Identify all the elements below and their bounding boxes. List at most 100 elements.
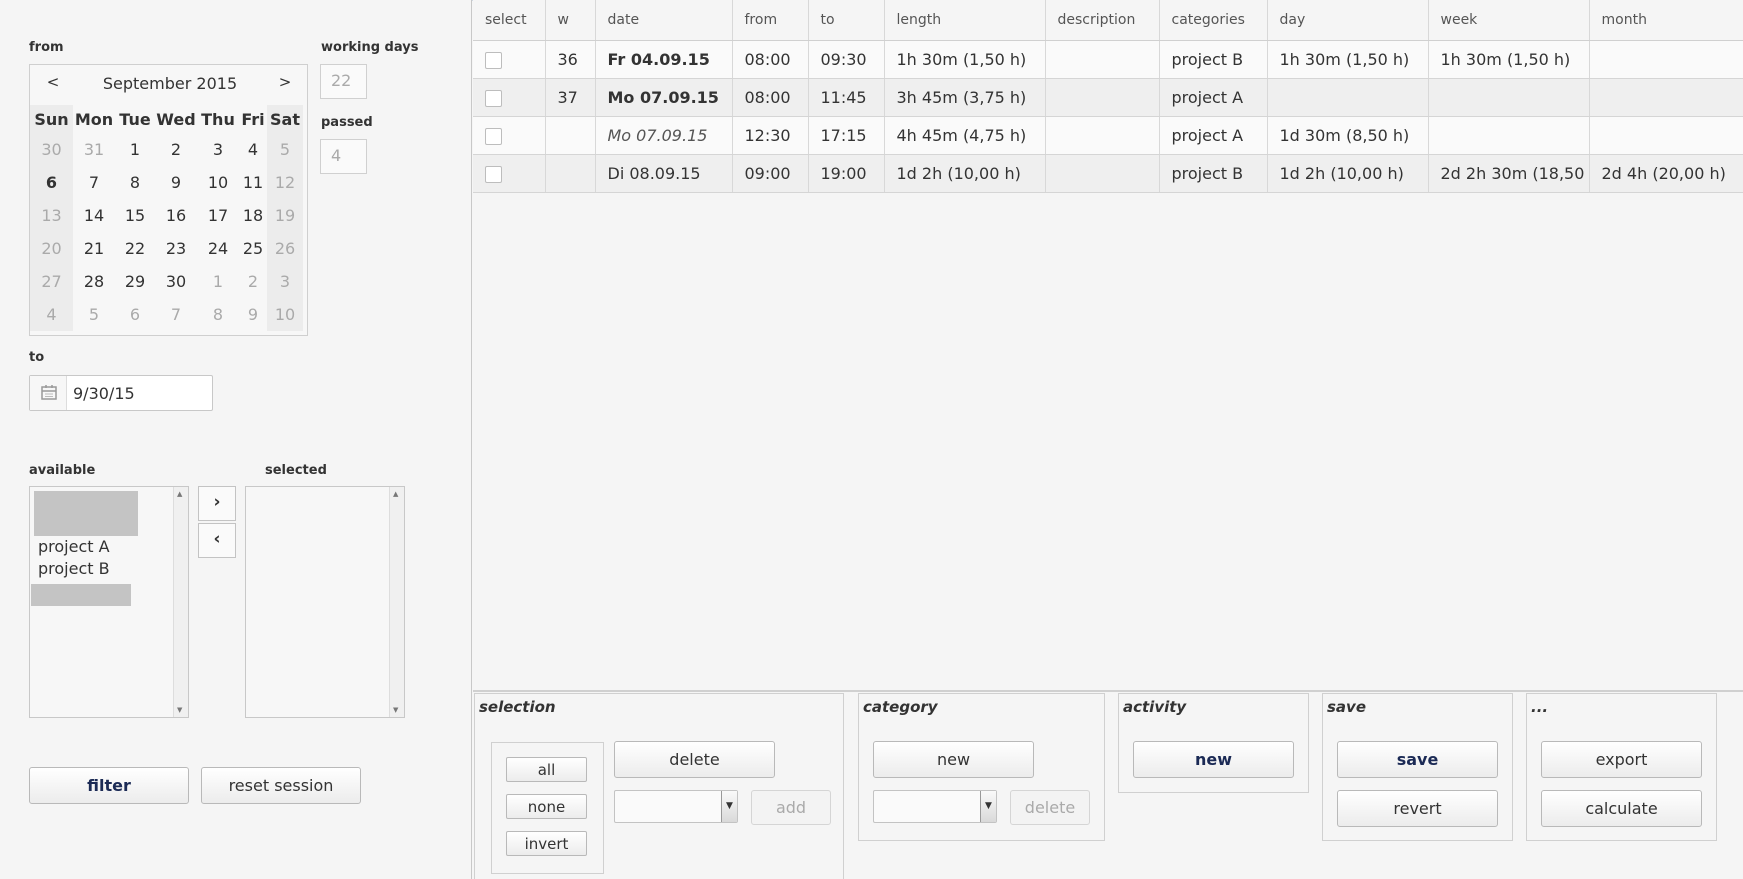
action-toolbar: selection all none invert delete ▼ add c… xyxy=(473,690,1743,879)
row-checkbox[interactable] xyxy=(485,165,502,183)
calendar-day[interactable]: 9 xyxy=(155,166,197,199)
calendar-day[interactable]: 16 xyxy=(155,199,197,232)
calendar-day[interactable]: 2 xyxy=(155,133,197,166)
selected-scrollbar[interactable]: ▲ ▼ xyxy=(389,487,404,717)
to-date-input[interactable]: 9/30/15 xyxy=(29,375,213,411)
table-row[interactable]: 37 Mo 07.09.15 08:00 11:45 3h 45m (3,75 h) pr… xyxy=(473,78,1743,117)
calendar-day[interactable]: 13 xyxy=(30,199,73,232)
column-header-week[interactable]: week xyxy=(1428,0,1590,41)
calendar-day[interactable]: 15 xyxy=(115,199,155,232)
selected-list[interactable]: ▲ ▼ xyxy=(245,486,405,718)
calendar-day[interactable]: 23 xyxy=(155,232,197,265)
column-header-select[interactable]: select xyxy=(473,0,546,41)
select-none-button[interactable]: none xyxy=(506,794,587,819)
new-activity-button[interactable]: new xyxy=(1133,741,1294,778)
move-right-button[interactable]: › xyxy=(198,486,236,521)
calendar-day[interactable]: 22 xyxy=(115,232,155,265)
calendar-day[interactable]: 31 xyxy=(73,133,115,166)
cell-description xyxy=(1045,78,1160,117)
calendar-day[interactable]: 3 xyxy=(267,265,303,298)
list-item[interactable]: project A xyxy=(38,537,110,556)
weekday-header: Sat xyxy=(267,105,303,133)
column-header-categories[interactable]: categories xyxy=(1159,0,1268,41)
calendar-day[interactable]: 14 xyxy=(73,199,115,232)
calendar-day[interactable]: 7 xyxy=(155,298,197,331)
row-checkbox[interactable] xyxy=(485,51,502,69)
category-group: category new ▼ delete xyxy=(858,693,1105,841)
export-button[interactable]: export xyxy=(1541,741,1702,778)
column-header-date[interactable]: date xyxy=(595,0,733,41)
filter-button[interactable]: filter xyxy=(29,767,189,804)
calendar-day[interactable]: 29 xyxy=(115,265,155,298)
calendar-day[interactable]: 10 xyxy=(197,166,239,199)
calendar-icon[interactable] xyxy=(30,376,67,410)
column-header-day[interactable]: day xyxy=(1267,0,1429,41)
category-delete-select[interactable]: ▼ xyxy=(873,790,997,823)
available-scrollbar[interactable]: ▲ ▼ xyxy=(173,487,188,717)
calendar-day[interactable]: 17 xyxy=(197,199,239,232)
row-select-cell xyxy=(473,116,546,155)
calendar-day[interactable]: 20 xyxy=(30,232,73,265)
calendar-day[interactable]: 9 xyxy=(239,298,267,331)
calendar-day[interactable]: 4 xyxy=(30,298,73,331)
calendar-day[interactable]: 10 xyxy=(267,298,303,331)
calendar-day[interactable]: 8 xyxy=(115,166,155,199)
calendar-day[interactable]: 6 xyxy=(30,166,73,199)
calendar-day[interactable]: 19 xyxy=(267,199,303,232)
calendar-day[interactable]: 25 xyxy=(239,232,267,265)
revert-button[interactable]: revert xyxy=(1337,790,1498,827)
cell-categories: project B xyxy=(1159,154,1268,193)
move-left-button[interactable]: ‹ xyxy=(198,523,236,558)
calendar-day[interactable]: 8 xyxy=(197,298,239,331)
row-checkbox[interactable] xyxy=(485,89,502,107)
reset-session-button[interactable]: reset session xyxy=(201,767,361,804)
list-item-blank[interactable] xyxy=(31,584,131,606)
calendar-day[interactable]: 18 xyxy=(239,199,267,232)
list-item-blank[interactable] xyxy=(34,491,138,536)
available-list[interactable]: project A project B ▲ ▼ xyxy=(29,486,189,718)
column-header-month[interactable]: month xyxy=(1589,0,1743,41)
table-row[interactable]: 36 Fr 04.09.15 08:00 09:30 1h 30m (1,50 h) pr… xyxy=(473,40,1743,79)
calendar-day[interactable]: 12 xyxy=(267,166,303,199)
calendar-day[interactable]: 4 xyxy=(239,133,267,166)
row-checkbox[interactable] xyxy=(485,127,502,145)
invert-selection-button[interactable]: invert xyxy=(506,831,587,856)
calendar-day[interactable]: 28 xyxy=(73,265,115,298)
delete-category-button[interactable]: delete xyxy=(1010,790,1090,825)
add-category-button[interactable]: add xyxy=(751,790,831,825)
column-header-length[interactable]: length xyxy=(884,0,1046,41)
calendar-day[interactable]: 6 xyxy=(115,298,155,331)
table-row[interactable]: Di 08.09.15 09:00 19:00 1d 2h (10,00 h) proj… xyxy=(473,154,1743,193)
column-header-from[interactable]: from xyxy=(732,0,809,41)
cell-w: 36 xyxy=(545,40,596,79)
category-select[interactable]: ▼ xyxy=(614,790,738,823)
calendar-day[interactable]: 26 xyxy=(267,232,303,265)
cell-length: 3h 45m (3,75 h) xyxy=(884,78,1046,117)
calendar-day[interactable]: 1 xyxy=(115,133,155,166)
new-category-button[interactable]: new xyxy=(873,741,1034,778)
select-all-button[interactable]: all xyxy=(506,757,587,782)
calculate-button[interactable]: calculate xyxy=(1541,790,1702,827)
calendar-day[interactable]: 5 xyxy=(267,133,303,166)
calendar-day[interactable]: 30 xyxy=(30,133,73,166)
column-header-description[interactable]: description xyxy=(1045,0,1160,41)
calendar-day[interactable]: 24 xyxy=(197,232,239,265)
table-row[interactable]: Mo 07.09.15 12:30 17:15 4h 45m (4,75 h) proj… xyxy=(473,116,1743,155)
column-header-to[interactable]: to xyxy=(808,0,885,41)
list-item[interactable]: project B xyxy=(38,559,110,578)
save-button[interactable]: save xyxy=(1337,741,1498,778)
calendar-day[interactable]: 30 xyxy=(155,265,197,298)
calendar-day[interactable]: 27 xyxy=(30,265,73,298)
cell-from: 08:00 xyxy=(732,78,809,117)
calendar-day[interactable]: 3 xyxy=(197,133,239,166)
calendar-day[interactable]: 1 xyxy=(197,265,239,298)
delete-selection-button[interactable]: delete xyxy=(614,741,775,778)
calendar-day[interactable]: 7 xyxy=(73,166,115,199)
calendar-day[interactable]: 11 xyxy=(239,166,267,199)
calendar-day[interactable]: 2 xyxy=(239,265,267,298)
column-header-w[interactable]: w xyxy=(545,0,596,41)
calendar-next-button[interactable]: > xyxy=(274,73,296,91)
calendar-day[interactable]: 5 xyxy=(73,298,115,331)
calendar-day[interactable]: 21 xyxy=(73,232,115,265)
calendar-prev-button[interactable]: < xyxy=(42,73,64,91)
